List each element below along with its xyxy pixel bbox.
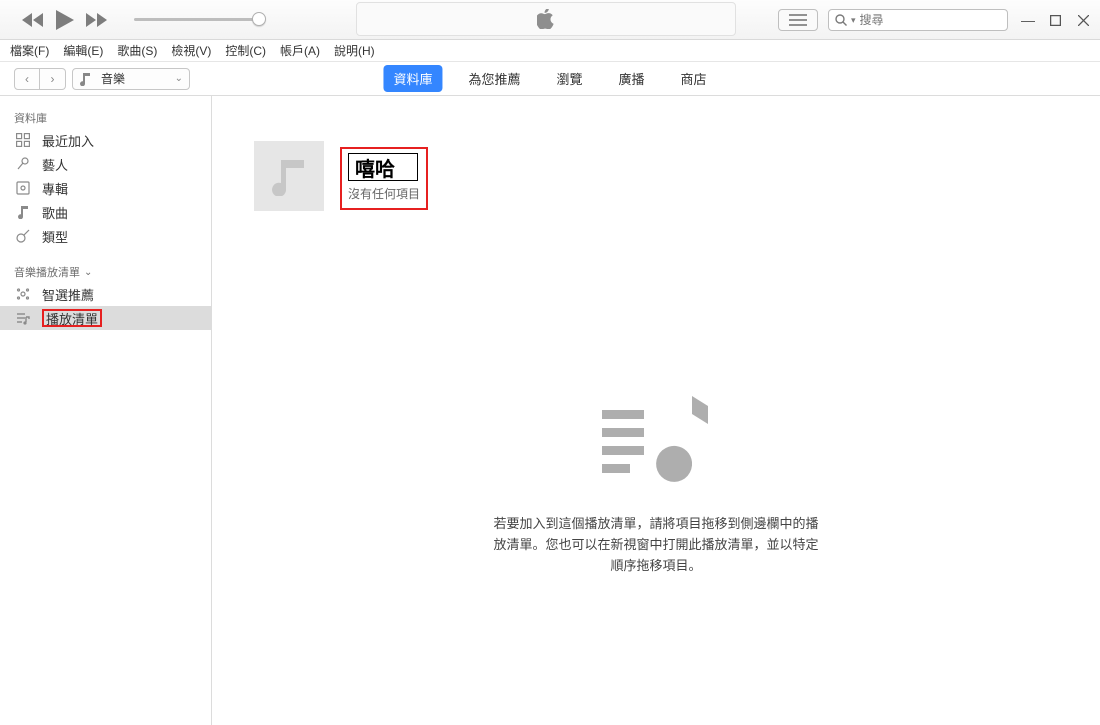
previous-track-button[interactable] [22, 13, 44, 27]
dropdown-caret-icon: ⌄ [175, 73, 183, 84]
tab-library[interactable]: 資料庫 [383, 65, 442, 92]
section-tabs: 資料庫 為您推薦 瀏覽 廣播 商店 [383, 65, 716, 92]
menu-file[interactable]: 檔案(F) [10, 42, 49, 59]
sidebar-item-label: 智選推薦 [42, 285, 94, 304]
playlist-icon [14, 311, 32, 325]
sidebar-item-genres[interactable]: 類型 [0, 224, 211, 248]
nav-forward-button[interactable]: › [40, 68, 66, 90]
menu-view[interactable]: 檢視(V) [171, 42, 211, 59]
search-input[interactable] [860, 13, 1015, 27]
sidebar-header-playlists[interactable]: 音樂播放清單 ⌄ [0, 258, 211, 282]
sidebar-item-label: 藝人 [42, 155, 68, 174]
sidebar-item-albums[interactable]: 專輯 [0, 176, 211, 200]
empty-text-line: 若要加入到這個播放清單，請將項目拖移到側邊欄中的播 [396, 514, 916, 535]
tab-browse[interactable]: 瀏覽 [546, 65, 592, 92]
grid-icon [14, 133, 32, 147]
search-icon [835, 14, 847, 26]
empty-text-line: 放清單。您也可以在新視窗中打開此播放清單，並以特定 [396, 535, 916, 556]
close-icon [1078, 15, 1089, 26]
nav-back-button[interactable]: ‹ [14, 68, 40, 90]
menu-control[interactable]: 控制(C) [225, 42, 266, 59]
search-field[interactable]: ▾ [828, 9, 1008, 31]
playback-controls [0, 10, 264, 30]
menu-bar: 檔案(F) 編輯(E) 歌曲(S) 檢視(V) 控制(C) 帳戶(A) 說明(H… [0, 40, 1100, 62]
music-note-icon [14, 205, 32, 219]
chevron-right-icon: › [51, 72, 55, 86]
media-source-selector[interactable]: 音樂 ⌄ [72, 68, 190, 90]
empty-playlist-message: 若要加入到這個播放清單，請將項目拖移到側邊欄中的播 放清單。您也可以在新視窗中打… [396, 396, 916, 576]
playlist-info: 嘻哈 沒有任何項目 [340, 141, 428, 210]
music-note-icon [271, 156, 307, 196]
tab-radio[interactable]: 廣播 [609, 65, 655, 92]
sidebar-item-label: 最近加入 [42, 131, 94, 150]
player-bar: ▾ — [0, 0, 1100, 40]
window-minimize-button[interactable]: — [1018, 11, 1036, 29]
playlist-header: 嘻哈 沒有任何項目 [254, 141, 428, 211]
playlist-info-highlight: 嘻哈 沒有任何項目 [340, 147, 428, 210]
sidebar-item-artists[interactable]: 藝人 [0, 152, 211, 176]
list-icon [789, 14, 807, 26]
toolbar: ‹ › 音樂 ⌄ 資料庫 為您推薦 瀏覽 廣播 商店 [0, 62, 1100, 96]
sidebar-item-label: 歌曲 [42, 203, 68, 222]
apple-logo-icon [537, 9, 555, 29]
menu-account[interactable]: 帳戶(A) [280, 42, 320, 59]
guitar-icon [14, 229, 32, 243]
window-close-button[interactable] [1074, 11, 1092, 29]
menu-edit[interactable]: 編輯(E) [63, 42, 103, 59]
chevron-left-icon: ‹ [25, 72, 29, 86]
sidebar-item-recently-added[interactable]: 最近加入 [0, 128, 211, 152]
sidebar: 資料庫 最近加入 藝人 專輯 歌曲 [0, 96, 212, 725]
main-area: 資料庫 最近加入 藝人 專輯 歌曲 [0, 96, 1100, 725]
queue-list-button[interactable] [778, 9, 818, 31]
tab-store[interactable]: 商店 [671, 65, 717, 92]
sidebar-item-label: 類型 [42, 227, 68, 246]
tab-for-you[interactable]: 為您推薦 [458, 65, 530, 92]
sidebar-item-songs[interactable]: 歌曲 [0, 200, 211, 224]
media-source-label: 音樂 [101, 70, 125, 87]
window-maximize-button[interactable] [1046, 11, 1064, 29]
sidebar-playlist-name-input[interactable]: 播放清單 [42, 309, 102, 327]
empty-text-line: 順序拖移項目。 [396, 556, 916, 577]
play-button[interactable] [56, 10, 74, 30]
content-area: 嘻哈 沒有任何項目 若要加入到這個播放清單，請將項目拖移到側邊欄中的播 [212, 96, 1100, 725]
search-dropdown-icon: ▾ [851, 15, 856, 26]
maximize-icon [1050, 15, 1061, 26]
playlist-cover-placeholder [254, 141, 324, 211]
now-playing-lcd [356, 2, 736, 36]
playlist-subtitle: 沒有任何項目 [348, 185, 420, 202]
sidebar-item-genius[interactable]: 智選推薦 [0, 282, 211, 306]
sidebar-item-label: 專輯 [42, 179, 68, 198]
genius-icon [14, 287, 32, 301]
empty-playlist-icon [396, 396, 916, 496]
chevron-down-icon: ⌄ [84, 267, 92, 278]
sidebar-header-library: 資料庫 [0, 104, 211, 128]
menu-help[interactable]: 說明(H) [334, 42, 375, 59]
microphone-icon [14, 157, 32, 171]
titlebar-right-cluster: ▾ — [778, 0, 1092, 40]
playlist-title-input[interactable]: 嘻哈 [348, 153, 418, 181]
menu-song[interactable]: 歌曲(S) [117, 42, 157, 59]
sidebar-item-playlist-editing[interactable]: 播放清單 [0, 306, 211, 330]
minimize-icon: — [1021, 12, 1033, 28]
next-track-button[interactable] [86, 13, 108, 27]
volume-slider[interactable] [134, 18, 264, 21]
album-icon [14, 181, 32, 195]
nav-history: ‹ › [14, 68, 66, 90]
music-note-icon [79, 72, 91, 86]
